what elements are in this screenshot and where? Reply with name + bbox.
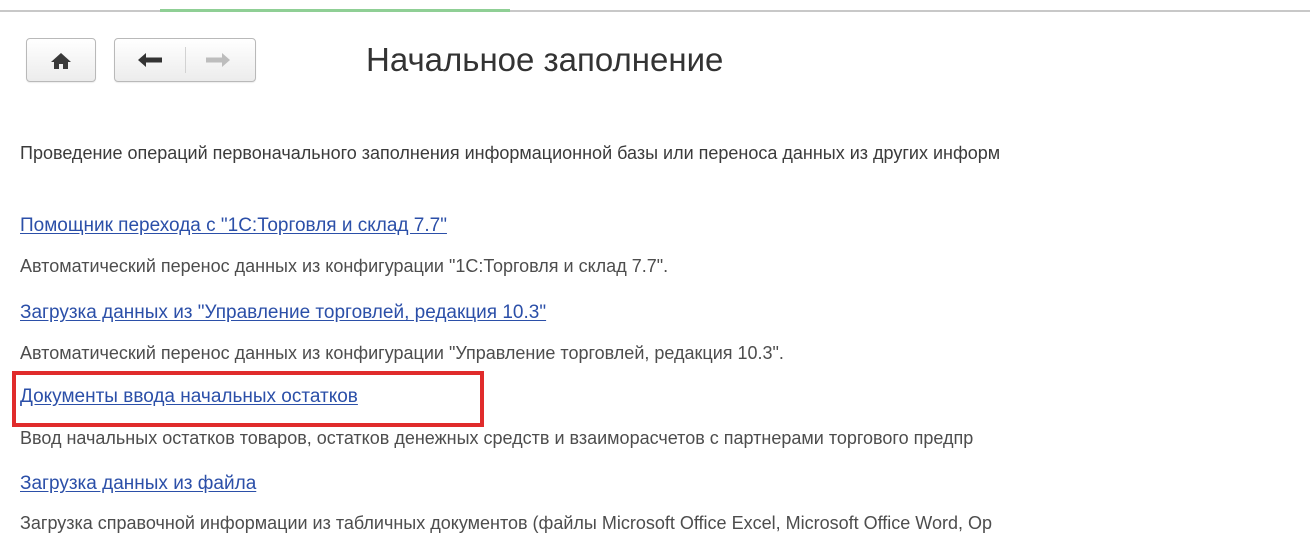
home-button[interactable]	[26, 38, 96, 82]
link-load-data-trade-management[interactable]: Загрузка данных из "Управление торговлей…	[20, 301, 546, 325]
history-navigation	[114, 38, 256, 82]
description-opening-balance-documents: Ввод начальных остатков товаров, остатко…	[20, 428, 974, 448]
description-load-data-from-file: Загрузка справочной информации из таблич…	[20, 513, 992, 533]
page-title: Начальное заполнение	[366, 41, 724, 78]
page: Начальное заполнение Проведение операций…	[0, 0, 1310, 533]
back-button[interactable]	[115, 39, 185, 81]
link-opening-balance-documents[interactable]: Документы ввода начальных остатков	[20, 385, 358, 409]
active-tab-indicator	[160, 9, 510, 12]
link-load-data-from-file[interactable]: Загрузка данных из файла	[20, 472, 256, 496]
description-load-data-trade-management: Автоматический перенос данных из конфигу…	[20, 343, 784, 363]
arrow-right-icon	[206, 53, 230, 67]
description-migration-assistant: Автоматический перенос данных из конфигу…	[20, 256, 669, 276]
home-icon	[51, 53, 71, 69]
arrow-left-icon	[138, 53, 162, 67]
link-migration-assistant-trade-and-warehouse[interactable]: Помощник перехода с "1С:Торговля и склад…	[20, 214, 447, 238]
forward-button[interactable]	[186, 39, 256, 81]
page-description: Проведение операций первоначального запо…	[20, 143, 1001, 163]
